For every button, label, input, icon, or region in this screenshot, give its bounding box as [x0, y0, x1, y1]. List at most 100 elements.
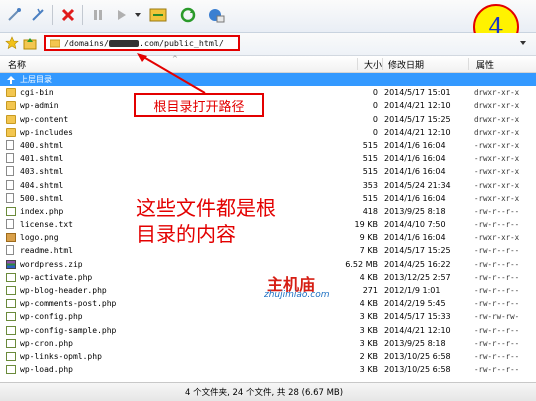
php-file-icon — [6, 272, 16, 282]
file-icon — [6, 179, 14, 190]
file-date: 2014/4/21 12:10 — [384, 325, 451, 335]
transfer-icon[interactable] — [112, 5, 132, 25]
file-icon — [6, 245, 14, 256]
go-up-folder-icon[interactable] — [22, 35, 38, 51]
toolbar: 4 — [0, 0, 536, 50]
file-name: wp-cron.php — [20, 338, 73, 348]
folder-icon — [6, 101, 16, 111]
status-summary: 4 个文件夹, 24 个文件, 共 28 (6.67 MB) — [185, 388, 344, 398]
file-attr: -rw-r--r-- — [474, 351, 520, 361]
folder-icon — [6, 114, 16, 124]
file-size: 7 KB — [359, 246, 378, 256]
php-file-icon — [6, 286, 16, 295]
file-attr: -rwxr-xr-x — [474, 233, 520, 243]
php-file-icon — [6, 365, 16, 375]
pause-icon[interactable] — [88, 5, 108, 25]
file-row[interactable]: wp-includes 0 2014/4/21 12:10 drwxr-xr-x — [0, 126, 536, 139]
file-size: 3 KB — [359, 325, 378, 335]
sort-indicator-icon: ^ — [172, 55, 178, 63]
file-row[interactable]: wp-load.php 3 KB 2013/10/25 6:58 -rw-r--r-- — [0, 363, 536, 376]
content-annotation-line1: 这些文件都是根 — [136, 196, 276, 220]
file-attr: drwxr-xr-x — [474, 127, 520, 137]
file-row[interactable]: wordpress.zip 6.52 MB 2014/4/25 16:22 -rw-r… — [0, 258, 536, 271]
file-row[interactable]: wp-content 0 2014/5/17 15:25 drwxr-xr-x — [0, 113, 536, 126]
file-size: 271 — [362, 286, 378, 295]
file-date: 2014/5/17 15:25 — [384, 114, 451, 124]
file-name: wp-admin — [20, 101, 59, 111]
file-size: 6.52 MB — [345, 259, 378, 269]
file-date: 2014/5/17 15:01 — [384, 88, 451, 98]
file-name: 上层目录 — [20, 75, 52, 84]
file-name: 400.shtml — [20, 140, 64, 150]
file-name: wp-content — [20, 114, 69, 124]
file-attr: -rw-r--r-- — [474, 338, 520, 348]
file-attr: -rw-r--r-- — [474, 220, 520, 230]
file-row[interactable]: 404.shtml 353 2014/5/24 21:34 -rwxr-xr-x — [0, 179, 536, 192]
file-date: 2014/5/17 15:33 — [384, 312, 451, 322]
file-date: 2014/1/6 16:04 — [384, 193, 446, 203]
file-attr: -rw-r--r-- — [474, 272, 520, 282]
file-size: 515 — [362, 167, 378, 177]
php-file-icon — [6, 312, 16, 322]
folder-icon — [6, 127, 16, 137]
path-field[interactable]: /domains/ .com/public_html/ — [44, 35, 240, 51]
file-date: 2013/12/25 2:57 — [384, 272, 451, 282]
file-icon — [6, 153, 14, 164]
file-row[interactable]: 403.shtml 515 2014/1/6 16:04 -rwxr-xr-x — [0, 165, 536, 178]
file-name: wp-activate.php — [20, 272, 93, 282]
file-size: 4 KB — [359, 272, 378, 282]
file-attr: -rw-rw-rw- — [474, 312, 520, 322]
file-date: 2014/5/24 21:34 — [384, 180, 451, 190]
path-text: /domains/ .com/public_html/ — [64, 38, 224, 48]
file-name: cgi-bin — [20, 88, 54, 98]
connect-icon[interactable] — [4, 5, 24, 25]
file-row[interactable]: wp-links-opml.php 2 KB 2013/10/25 6:58 -rw-… — [0, 350, 536, 363]
path-suffix: .com/public_html/ — [138, 38, 224, 48]
disconnect-icon[interactable] — [28, 5, 48, 25]
file-attr: -rw-r--r-- — [474, 246, 520, 256]
compress-icon[interactable] — [148, 5, 168, 25]
file-name: 404.shtml — [20, 180, 64, 190]
file-date: 2014/5/17 15:25 — [384, 246, 451, 256]
delete-icon[interactable] — [58, 5, 78, 25]
file-name: wp-links-opml.php — [20, 351, 102, 361]
file-name: wp-config.php — [20, 312, 83, 322]
column-name[interactable]: 名称 — [8, 58, 26, 71]
file-row[interactable]: 上层目录 — [0, 73, 536, 87]
file-row[interactable]: wp-cron.php 3 KB 2013/9/25 8:18 -rw-r--r-- — [0, 337, 536, 350]
file-row[interactable]: wp-admin 0 2014/4/21 12:10 drwxr-xr-x — [0, 99, 536, 112]
file-name: logo.png — [20, 233, 59, 243]
file-attr: -rw-r--r-- — [474, 299, 520, 309]
address-dropdown-icon[interactable] — [519, 39, 527, 50]
refresh-icon[interactable] — [178, 5, 198, 25]
file-icon — [6, 166, 14, 177]
file-date: 2013/9/25 8:18 — [384, 338, 446, 348]
column-modified[interactable]: 修改日期 — [388, 58, 424, 71]
file-icon — [6, 219, 14, 230]
file-date: 2013/10/25 6:58 — [384, 351, 451, 361]
file-size: 3 KB — [359, 338, 378, 348]
file-row[interactable]: wp-config.php 3 KB 2014/5/17 15:33 -rw-rw-r… — [0, 310, 536, 323]
favorite-star-icon[interactable] — [4, 35, 20, 51]
file-date: 2012/1/9 1:01 — [384, 286, 441, 295]
file-size: 515 — [362, 140, 378, 150]
file-attr: -rw-r--r-- — [474, 259, 520, 269]
file-date: 2013/9/25 8:18 — [384, 206, 446, 216]
file-row[interactable]: cgi-bin 0 2014/5/17 15:01 drwxr-xr-x — [0, 86, 536, 99]
file-row[interactable]: 400.shtml 515 2014/1/6 16:04 -rwxr-xr-x — [0, 139, 536, 152]
content-annotation-line2: 目录的内容 — [136, 222, 236, 246]
file-size: 3 KB — [359, 365, 378, 375]
chevron-down-icon[interactable] — [133, 5, 143, 25]
file-row[interactable]: 401.shtml 515 2014/1/6 16:04 -rwxr-xr-x — [0, 152, 536, 165]
file-attr: -rwxr-xr-x — [474, 140, 520, 150]
file-size: 19 KB — [354, 220, 378, 230]
site-manager-icon[interactable] — [206, 5, 226, 25]
file-date: 2014/4/10 7:50 — [384, 220, 446, 230]
file-name: wp-load.php — [20, 365, 73, 375]
file-attr: -rw-r--r-- — [474, 365, 520, 375]
file-name: wp-includes — [20, 127, 73, 137]
column-size[interactable]: 大小 — [364, 58, 382, 71]
file-row[interactable]: wp-config-sample.php 3 KB 2014/4/21 12:10 -… — [0, 324, 536, 337]
column-attributes[interactable]: 属性 — [476, 58, 494, 71]
folder-icon — [6, 88, 16, 98]
